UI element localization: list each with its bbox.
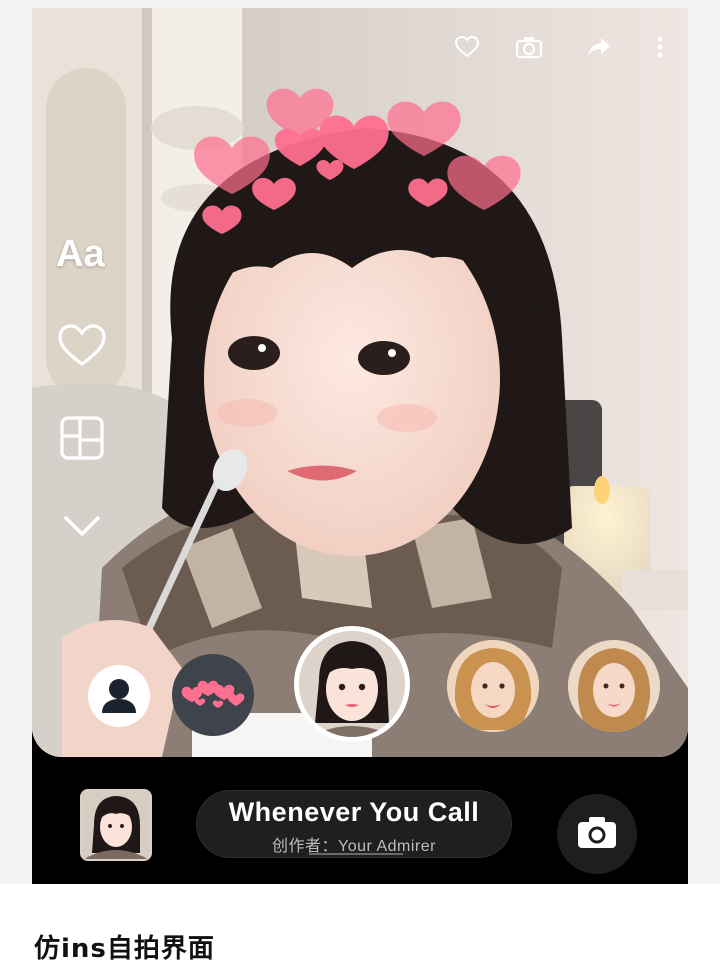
- camera-icon[interactable]: [515, 34, 543, 60]
- chevron-down-icon[interactable]: [56, 506, 108, 546]
- bottom-bar: Whenever You Call 创作者：Your Admirer: [32, 757, 688, 884]
- celebrity-face-filter-2[interactable]: [568, 640, 660, 732]
- camera-icon: [578, 817, 616, 848]
- selfie-thumbnail: [299, 631, 405, 737]
- hearts-filter-icon: [181, 680, 245, 708]
- heart-outline-icon[interactable]: [56, 320, 108, 372]
- celebrity-face-2-thumbnail: [568, 640, 660, 732]
- music-progress-line: [309, 853, 403, 855]
- music-track-pill[interactable]: Whenever You Call 创作者：Your Admirer: [196, 790, 512, 858]
- gallery-thumbnail[interactable]: [80, 789, 152, 861]
- more-vertical-icon[interactable]: [654, 34, 666, 60]
- profile-filter-button[interactable]: [88, 665, 150, 727]
- text-tool-button[interactable]: Aa: [56, 233, 116, 287]
- celebrity-face-filter-1[interactable]: [447, 640, 539, 732]
- shutter-button[interactable]: [557, 794, 637, 874]
- page-caption: 仿ins自拍界面: [34, 934, 215, 964]
- gallery-thumbnail-image: [82, 791, 150, 859]
- hearts-filter-button[interactable]: [172, 654, 254, 736]
- selfie-filter-selected[interactable]: [294, 626, 410, 742]
- like-heart-icon[interactable]: [454, 34, 480, 60]
- share-arrow-icon[interactable]: [586, 34, 612, 60]
- layout-grid-icon[interactable]: [56, 412, 108, 464]
- camera-viewfinder[interactable]: Aa: [32, 8, 688, 757]
- profile-silhouette-icon: [102, 679, 136, 713]
- celebrity-face-1-thumbnail: [447, 640, 539, 732]
- phone-screen: Aa Whenever You Call 创作者：Your Admirer: [32, 8, 688, 884]
- filter-carousel: [32, 618, 688, 748]
- screenshot-frame: Aa Whenever You Call 创作者：Your Admirer: [0, 0, 720, 884]
- music-title: Whenever You Call: [228, 797, 480, 827]
